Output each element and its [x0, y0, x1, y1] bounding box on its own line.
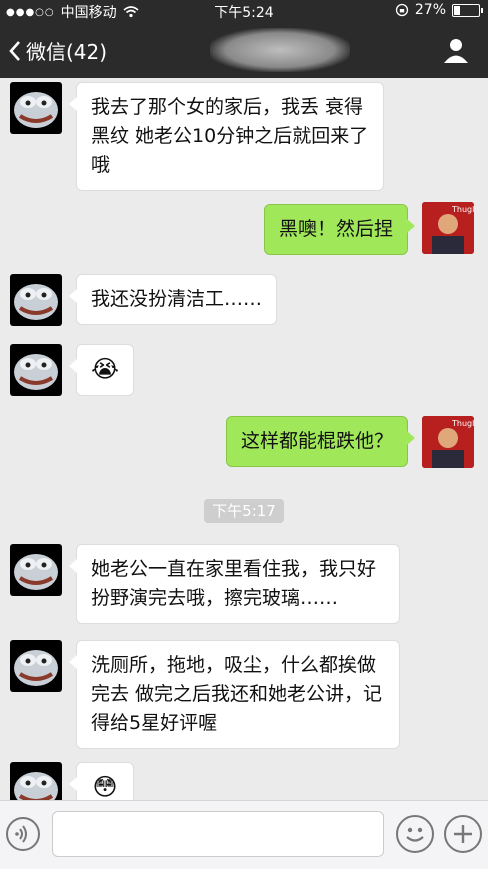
- timestamp: 下午5:17: [0, 499, 488, 523]
- avatar[interactable]: Thuglife: [422, 202, 474, 254]
- add-button[interactable]: [444, 815, 482, 853]
- message-text: 我去了那个女的家后，我丢 衰得黑纹 她老公10分钟之后就回来了哦: [91, 96, 369, 176]
- message-bubble[interactable]: 洗厕所，拖地，吸尘，什么都挨做完去 做完之后我还和她老公讲，记得给5星好评喔: [69, 640, 400, 749]
- chat-area[interactable]: 我去了那个女的家后，我丢 衰得黑纹 她老公10分钟之后就回来了哦 黑噢！然后捏 …: [0, 78, 488, 800]
- person-avatar-icon: Thuglife: [422, 416, 474, 468]
- voice-button[interactable]: [6, 817, 40, 851]
- message-input[interactable]: [52, 811, 384, 857]
- avatar[interactable]: Thuglife: [422, 416, 474, 468]
- message-bubble[interactable]: 她老公一直在家里看住我，我只好扮野演完去哦，擦完玻璃……: [69, 544, 400, 624]
- message-bubble[interactable]: 黑噢！然后捏: [263, 204, 416, 255]
- message-bubble[interactable]: 😭: [69, 344, 134, 396]
- frog-avatar-icon: [14, 92, 58, 128]
- rotation-lock-icon: [395, 3, 409, 17]
- avatar[interactable]: [10, 82, 62, 134]
- plus-icon: [454, 825, 472, 843]
- message-text: 洗厕所，拖地，吸尘，什么都挨做完去 做完之后我还和她老公讲，记得给5星好评喔: [91, 654, 383, 734]
- chevron-left-icon: [9, 40, 20, 61]
- message-text: 这样都能棍跌他？: [240, 430, 393, 452]
- avatar[interactable]: [10, 640, 62, 692]
- frog-avatar-icon: [14, 772, 58, 800]
- message-bubble[interactable]: 这样都能棍跌他？: [225, 416, 416, 467]
- battery-icon: [452, 3, 483, 17]
- battery-percent: 27%: [414, 2, 446, 18]
- avatar[interactable]: [10, 762, 62, 800]
- redacted-title: [210, 28, 350, 72]
- svg-text:Thuglife: Thuglife: [451, 419, 474, 428]
- frog-avatar-icon: [14, 650, 58, 686]
- frog-avatar-icon: [14, 554, 58, 590]
- message-bubble[interactable]: 我还没扮清洁工……: [68, 274, 278, 325]
- person-avatar-icon: Thuglife: [422, 202, 474, 254]
- person-icon[interactable]: [442, 36, 470, 64]
- frog-avatar-icon: [14, 284, 58, 320]
- crying-emoji-icon: 😭: [90, 355, 120, 383]
- back-button[interactable]: 微信(42): [8, 36, 107, 65]
- message-bubble[interactable]: 我去了那个女的家后，我丢 衰得黑纹 她老公10分钟之后就回来了哦: [69, 82, 384, 191]
- avatar[interactable]: [10, 274, 62, 326]
- flushed-emoji-icon: 😳: [92, 773, 118, 800]
- smiley-icon: [406, 827, 424, 842]
- frog-avatar-icon: [14, 354, 58, 390]
- svg-text:Thuglife: Thuglife: [451, 205, 474, 214]
- nav-bar: 微信(42): [0, 22, 488, 78]
- message-text: 黑噢！然后捏: [278, 218, 393, 240]
- avatar[interactable]: [10, 344, 62, 396]
- battery-fill: [454, 5, 460, 15]
- avatar[interactable]: [10, 544, 62, 596]
- back-label: 微信(42): [26, 40, 108, 64]
- message-bubble[interactable]: 😳: [69, 762, 134, 800]
- timestamp-label: 下午5:17: [204, 499, 284, 523]
- voice-icon: [15, 825, 27, 843]
- input-bar: [0, 800, 488, 869]
- emoji-button[interactable]: [396, 815, 434, 853]
- message-text: 她老公一直在家里看住我，我只好扮野演完去哦，擦完玻璃……: [91, 558, 377, 609]
- message-text: 我还没扮清洁工……: [91, 288, 263, 310]
- status-bar: ●●●○○ 中国移动 下午5:24 27%: [0, 0, 488, 22]
